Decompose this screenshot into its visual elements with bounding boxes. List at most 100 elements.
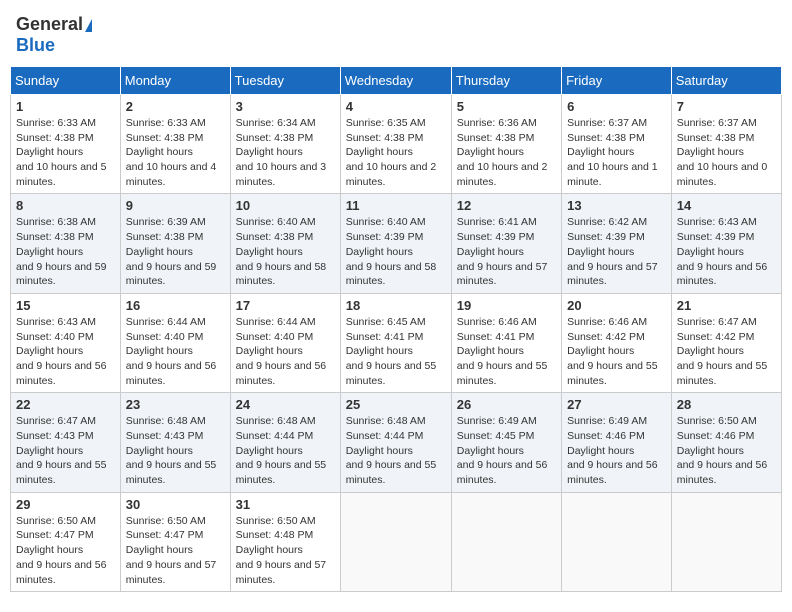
daylight-label: Daylight hours bbox=[677, 345, 744, 357]
sunset-label: Sunset: 4:48 PM bbox=[236, 529, 314, 541]
sunrise-label: Sunrise: 6:40 AM bbox=[236, 216, 316, 228]
day-info: Sunrise: 6:35 AM Sunset: 4:38 PM Dayligh… bbox=[346, 116, 446, 189]
daylight-label: Daylight hours bbox=[677, 445, 744, 457]
calendar-day-cell: 24 Sunrise: 6:48 AM Sunset: 4:44 PM Dayl… bbox=[230, 393, 340, 492]
day-number: 18 bbox=[346, 298, 446, 313]
daylight-value: and 9 hours and 56 minutes. bbox=[567, 459, 658, 486]
daylight-value: and 10 hours and 2 minutes. bbox=[346, 161, 437, 188]
day-info: Sunrise: 6:41 AM Sunset: 4:39 PM Dayligh… bbox=[457, 215, 556, 288]
sunrise-label: Sunrise: 6:38 AM bbox=[16, 216, 96, 228]
day-number: 28 bbox=[677, 397, 776, 412]
day-info: Sunrise: 6:43 AM Sunset: 4:39 PM Dayligh… bbox=[677, 215, 776, 288]
sunset-label: Sunset: 4:38 PM bbox=[236, 132, 314, 144]
day-number: 25 bbox=[346, 397, 446, 412]
calendar-day-cell: 31 Sunrise: 6:50 AM Sunset: 4:48 PM Dayl… bbox=[230, 492, 340, 591]
daylight-value: and 9 hours and 56 minutes. bbox=[236, 360, 327, 387]
day-number: 21 bbox=[677, 298, 776, 313]
daylight-value: and 10 hours and 0 minutes. bbox=[677, 161, 768, 188]
daylight-value: and 10 hours and 3 minutes. bbox=[236, 161, 327, 188]
sunrise-label: Sunrise: 6:49 AM bbox=[457, 415, 537, 427]
day-number: 10 bbox=[236, 198, 335, 213]
sunrise-label: Sunrise: 6:50 AM bbox=[126, 515, 206, 527]
day-info: Sunrise: 6:33 AM Sunset: 4:38 PM Dayligh… bbox=[126, 116, 225, 189]
logo-blue: Blue bbox=[16, 35, 55, 55]
sunset-label: Sunset: 4:40 PM bbox=[236, 331, 314, 343]
calendar-day-cell: 26 Sunrise: 6:49 AM Sunset: 4:45 PM Dayl… bbox=[451, 393, 561, 492]
day-info: Sunrise: 6:34 AM Sunset: 4:38 PM Dayligh… bbox=[236, 116, 335, 189]
daylight-label: Daylight hours bbox=[126, 345, 193, 357]
daylight-value: and 9 hours and 55 minutes. bbox=[677, 360, 768, 387]
logo-general: General bbox=[16, 14, 83, 34]
sunrise-label: Sunrise: 6:37 AM bbox=[677, 117, 757, 129]
sunrise-label: Sunrise: 6:40 AM bbox=[346, 216, 426, 228]
daylight-label: Daylight hours bbox=[236, 246, 303, 258]
day-info: Sunrise: 6:50 AM Sunset: 4:47 PM Dayligh… bbox=[126, 514, 225, 587]
sunrise-label: Sunrise: 6:44 AM bbox=[126, 316, 206, 328]
day-number: 15 bbox=[16, 298, 115, 313]
calendar-week-row: 1 Sunrise: 6:33 AM Sunset: 4:38 PM Dayli… bbox=[11, 95, 782, 194]
day-number: 26 bbox=[457, 397, 556, 412]
day-info: Sunrise: 6:44 AM Sunset: 4:40 PM Dayligh… bbox=[236, 315, 335, 388]
sunset-label: Sunset: 4:39 PM bbox=[567, 231, 645, 243]
calendar-week-row: 8 Sunrise: 6:38 AM Sunset: 4:38 PM Dayli… bbox=[11, 194, 782, 293]
sunrise-label: Sunrise: 6:34 AM bbox=[236, 117, 316, 129]
sunset-label: Sunset: 4:38 PM bbox=[16, 132, 94, 144]
calendar-day-cell: 19 Sunrise: 6:46 AM Sunset: 4:41 PM Dayl… bbox=[451, 293, 561, 392]
header: General Blue bbox=[10, 10, 782, 60]
sunrise-label: Sunrise: 6:48 AM bbox=[346, 415, 426, 427]
sunrise-label: Sunrise: 6:43 AM bbox=[16, 316, 96, 328]
calendar-day-cell: 28 Sunrise: 6:50 AM Sunset: 4:46 PM Dayl… bbox=[671, 393, 781, 492]
day-info: Sunrise: 6:48 AM Sunset: 4:43 PM Dayligh… bbox=[126, 414, 225, 487]
sunrise-label: Sunrise: 6:37 AM bbox=[567, 117, 647, 129]
daylight-label: Daylight hours bbox=[346, 146, 413, 158]
day-info: Sunrise: 6:40 AM Sunset: 4:38 PM Dayligh… bbox=[236, 215, 335, 288]
day-info: Sunrise: 6:38 AM Sunset: 4:38 PM Dayligh… bbox=[16, 215, 115, 288]
day-info: Sunrise: 6:44 AM Sunset: 4:40 PM Dayligh… bbox=[126, 315, 225, 388]
sunset-label: Sunset: 4:39 PM bbox=[457, 231, 535, 243]
calendar-day-cell: 11 Sunrise: 6:40 AM Sunset: 4:39 PM Dayl… bbox=[340, 194, 451, 293]
sunset-label: Sunset: 4:38 PM bbox=[457, 132, 535, 144]
daylight-value: and 9 hours and 56 minutes. bbox=[677, 459, 768, 486]
daylight-label: Daylight hours bbox=[16, 345, 83, 357]
sunrise-label: Sunrise: 6:50 AM bbox=[236, 515, 316, 527]
sunrise-label: Sunrise: 6:44 AM bbox=[236, 316, 316, 328]
calendar-day-cell: 18 Sunrise: 6:45 AM Sunset: 4:41 PM Dayl… bbox=[340, 293, 451, 392]
daylight-label: Daylight hours bbox=[677, 146, 744, 158]
day-info: Sunrise: 6:49 AM Sunset: 4:46 PM Dayligh… bbox=[567, 414, 666, 487]
sunset-label: Sunset: 4:42 PM bbox=[677, 331, 755, 343]
calendar-week-row: 22 Sunrise: 6:47 AM Sunset: 4:43 PM Dayl… bbox=[11, 393, 782, 492]
daylight-value: and 9 hours and 55 minutes. bbox=[126, 459, 217, 486]
day-info: Sunrise: 6:45 AM Sunset: 4:41 PM Dayligh… bbox=[346, 315, 446, 388]
day-info: Sunrise: 6:39 AM Sunset: 4:38 PM Dayligh… bbox=[126, 215, 225, 288]
day-number: 31 bbox=[236, 497, 335, 512]
daylight-value: and 9 hours and 58 minutes. bbox=[236, 261, 327, 288]
calendar-day-cell bbox=[562, 492, 672, 591]
day-number: 6 bbox=[567, 99, 666, 114]
daylight-value: and 10 hours and 1 minute. bbox=[567, 161, 658, 188]
day-info: Sunrise: 6:46 AM Sunset: 4:41 PM Dayligh… bbox=[457, 315, 556, 388]
day-number: 5 bbox=[457, 99, 556, 114]
sunrise-label: Sunrise: 6:33 AM bbox=[16, 117, 96, 129]
daylight-value: and 9 hours and 55 minutes. bbox=[346, 360, 437, 387]
day-number: 27 bbox=[567, 397, 666, 412]
daylight-label: Daylight hours bbox=[16, 445, 83, 457]
day-number: 22 bbox=[16, 397, 115, 412]
calendar-day-cell: 1 Sunrise: 6:33 AM Sunset: 4:38 PM Dayli… bbox=[11, 95, 121, 194]
calendar-day-cell: 16 Sunrise: 6:44 AM Sunset: 4:40 PM Dayl… bbox=[120, 293, 230, 392]
daylight-value: and 10 hours and 5 minutes. bbox=[16, 161, 107, 188]
day-info: Sunrise: 6:37 AM Sunset: 4:38 PM Dayligh… bbox=[567, 116, 666, 189]
day-number: 20 bbox=[567, 298, 666, 313]
daylight-label: Daylight hours bbox=[16, 146, 83, 158]
sunset-label: Sunset: 4:43 PM bbox=[16, 430, 94, 442]
sunrise-label: Sunrise: 6:46 AM bbox=[457, 316, 537, 328]
daylight-label: Daylight hours bbox=[457, 345, 524, 357]
day-info: Sunrise: 6:47 AM Sunset: 4:43 PM Dayligh… bbox=[16, 414, 115, 487]
daylight-value: and 9 hours and 56 minutes. bbox=[16, 559, 107, 586]
daylight-label: Daylight hours bbox=[346, 246, 413, 258]
day-info: Sunrise: 6:42 AM Sunset: 4:39 PM Dayligh… bbox=[567, 215, 666, 288]
sunrise-label: Sunrise: 6:47 AM bbox=[677, 316, 757, 328]
day-number: 11 bbox=[346, 198, 446, 213]
weekday-header-cell: Saturday bbox=[671, 67, 781, 95]
daylight-label: Daylight hours bbox=[457, 246, 524, 258]
day-info: Sunrise: 6:46 AM Sunset: 4:42 PM Dayligh… bbox=[567, 315, 666, 388]
